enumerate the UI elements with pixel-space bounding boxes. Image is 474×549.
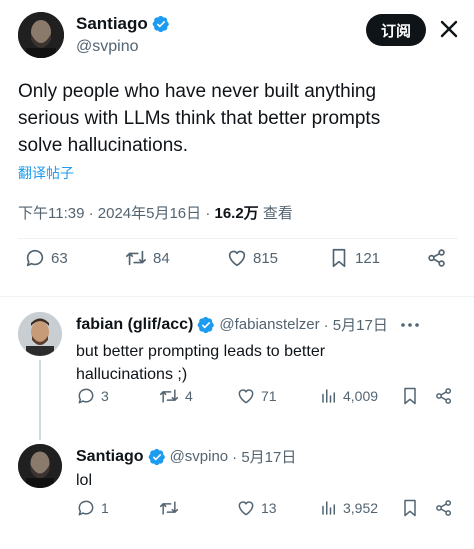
avatar-portrait-icon — [18, 312, 62, 356]
like-icon — [238, 389, 254, 404]
views-button[interactable]: 3,952 — [320, 499, 378, 517]
reply-icon — [78, 500, 94, 516]
share-button[interactable] — [434, 386, 454, 406]
bookmark-button[interactable] — [400, 498, 420, 518]
retweet-button[interactable]: 4 — [158, 386, 193, 406]
bookmark-count: 121 — [355, 249, 381, 267]
bookmark-icon — [332, 248, 346, 268]
like-count: 13 — [261, 500, 277, 516]
tweet-text-line: serious with LLMs think that better prom… — [18, 108, 381, 129]
retweet-button[interactable]: 84 — [124, 247, 170, 269]
reply-avatar[interactable] — [18, 444, 62, 488]
reply-button[interactable]: 63 — [24, 247, 68, 269]
like-icon — [228, 250, 246, 267]
like-button[interactable]: 815 — [226, 247, 278, 269]
bookmark-button[interactable] — [400, 386, 420, 406]
thread-line — [39, 360, 41, 440]
views-count: 16.2万 — [214, 205, 259, 222]
share-icon — [436, 500, 452, 516]
retweet-count: 84 — [153, 249, 170, 267]
follow-button[interactable]: 订阅 — [366, 14, 426, 46]
like-count: 815 — [253, 249, 279, 267]
close-icon[interactable] — [440, 20, 458, 38]
views-count: 3,952 — [343, 500, 379, 516]
reply-text: lol — [76, 472, 93, 489]
reply-author-handle[interactable]: @fabianstelzer — [219, 316, 319, 333]
reply-text-line: hallucinations ;) — [76, 366, 188, 383]
tweet-text-line: solve hallucinations. — [18, 135, 189, 156]
tweet-text: Only people who have never built anythin… — [18, 78, 380, 159]
share-icon — [428, 249, 445, 267]
retweet-count: 4 — [185, 388, 193, 404]
views-icon — [322, 389, 335, 403]
reply-text-line: but better prompting leads to better — [76, 343, 326, 360]
tweet-timestamp: 下午11:39 · 2024年5月16日 · 16.2万 查看 — [18, 202, 293, 223]
bookmark-button[interactable]: 121 — [328, 247, 380, 269]
reply-header: Santiago @svpino · 5月17日 — [76, 446, 296, 467]
timestamp-text[interactable]: 下午11:39 · 2024年5月16日 · — [18, 205, 214, 222]
retweet-button[interactable] — [158, 498, 185, 518]
reply-date[interactable]: · 5月17日 — [232, 446, 296, 467]
retweet-icon — [159, 389, 179, 403]
author-header: Santiago @svpino — [76, 14, 170, 56]
like-icon — [238, 501, 254, 516]
reply-header: fabian (glif/acc) @fabianstelzer · 5月17日 — [76, 314, 420, 335]
tweet-text-line: Only people who have never built anythin… — [18, 81, 377, 102]
reply-icon — [26, 249, 44, 267]
reply-count: 1 — [101, 500, 109, 516]
verified-icon — [148, 448, 165, 465]
like-button[interactable]: 13 — [236, 498, 277, 518]
verified-icon — [152, 15, 169, 33]
reply-author-name[interactable]: Santiago — [76, 448, 144, 466]
reply-text: but better prompting leads to better hal… — [76, 340, 325, 386]
like-count: 71 — [261, 388, 277, 404]
verified-icon — [198, 316, 215, 333]
more-options-icon[interactable] — [400, 321, 420, 329]
author-name[interactable]: Santiago — [76, 14, 148, 34]
divider — [0, 296, 474, 297]
like-button[interactable]: 71 — [236, 386, 277, 406]
bookmark-icon — [404, 387, 416, 405]
author-handle[interactable]: @svpino — [76, 38, 170, 56]
views-label: 查看 — [258, 205, 293, 222]
views-icon — [322, 501, 335, 515]
share-icon — [436, 388, 452, 404]
share-button[interactable] — [426, 247, 448, 269]
reply-count: 63 — [51, 249, 68, 267]
reply-author-handle[interactable]: @svpino — [170, 448, 229, 465]
avatar-portrait-icon — [18, 12, 64, 58]
translate-link[interactable]: 翻译帖子 — [18, 163, 74, 183]
reply-count: 3 — [101, 388, 109, 404]
reply-button[interactable]: 3 — [76, 386, 109, 406]
reply-avatar[interactable] — [18, 312, 62, 356]
reply-icon — [78, 388, 94, 404]
reply-date[interactable]: · 5月17日 — [324, 314, 388, 335]
reply-button[interactable]: 1 — [76, 498, 109, 518]
views-count: 4,009 — [343, 388, 379, 404]
retweet-icon — [126, 250, 146, 266]
reply-author-name[interactable]: fabian (glif/acc) — [76, 316, 193, 334]
author-avatar[interactable] — [18, 12, 64, 58]
avatar-portrait-icon — [18, 444, 62, 488]
retweet-icon — [159, 501, 179, 515]
divider — [18, 238, 458, 239]
views-button[interactable]: 4,009 — [320, 387, 378, 405]
bookmark-icon — [404, 499, 416, 517]
share-button[interactable] — [434, 498, 454, 518]
